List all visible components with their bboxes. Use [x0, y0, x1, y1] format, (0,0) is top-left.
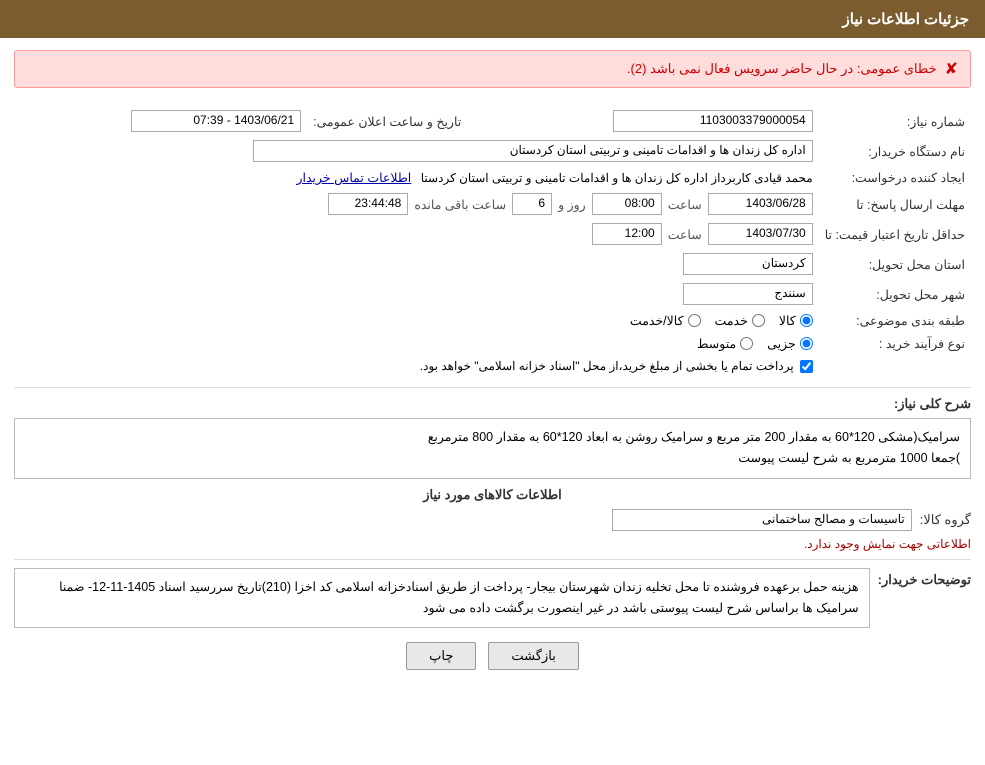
shahr-label: شهر محل تحویل: — [819, 279, 971, 309]
radio-jozii-label: جزیی — [767, 336, 796, 351]
towzih-text: هزینه حمل برعهده فروشنده تا محل تخلیه زن… — [59, 580, 859, 615]
print-button[interactable]: چاپ — [406, 642, 476, 670]
main-content: شماره نیاز: 1103003379000054 تاریخ و ساع… — [0, 100, 985, 684]
page-title: جزئیات اطلاعات نیاز — [843, 11, 970, 28]
shomara-input: 1103003379000054 — [613, 110, 813, 132]
back-button[interactable]: بازگشت — [488, 642, 578, 670]
dastgah-label: نام دستگاه خریدار: — [819, 136, 971, 166]
ijad-value: محمد قیادی کاربرداز اداره کل زندان ها و … — [14, 166, 819, 189]
button-row: چاپ بازگشت — [14, 642, 971, 670]
separator-1 — [14, 387, 971, 388]
radio-kala-khedmat[interactable]: کالا/خدمت — [630, 313, 701, 328]
mohlat-roz-input: 6 — [512, 193, 552, 215]
page-header: جزئیات اطلاعات نیاز — [0, 0, 985, 38]
hadadaghal-value: 1403/07/30 ساعت 12:00 — [14, 219, 819, 249]
radio-kala[interactable]: کالا — [779, 313, 813, 328]
error-bar: ✘ خطای عمومی: در حال حاضر سرویس فعال نمی… — [14, 50, 971, 88]
gorohe-kala-row: گروه کالا: تاسیسات و مصالح ساختمانی — [14, 509, 971, 531]
row-hadadaghal: حداقل تاریخ اعتبار قیمت: تا 1403/07/30 س… — [14, 219, 971, 249]
mohlat-label: مهلت ارسال پاسخ: تا — [819, 189, 971, 219]
dastgah-value: اداره کل زندان ها و اقدامات تامینی و ترب… — [14, 136, 819, 166]
sharch-label: شرح کلی نیاز: — [894, 396, 971, 412]
error-icon: ✘ — [945, 59, 958, 79]
mohlat-saat-label: ساعت — [668, 197, 702, 212]
checkbox-asnadi-label: پرداخت تمام یا بخشی از مبلغ خرید،از محل … — [420, 359, 794, 373]
sharch-row: شرح کلی نیاز: — [14, 396, 971, 412]
shomara-label: شماره نیاز: — [819, 106, 971, 136]
mohlat-remaining-label: ساعت باقی مانده — [414, 197, 506, 212]
mohlat-remaining-input: 23:44:48 — [328, 193, 408, 215]
error-message: خطای عمومی: در حال حاضر سرویس فعال نمی ب… — [627, 61, 937, 77]
mohlat-value: 1403/06/28 ساعت 08:00 روز و 6 ساعت باقی … — [14, 189, 819, 219]
gorohe-kala-input: تاسیسات و مصالح ساختمانی — [612, 509, 912, 531]
radio-jozii[interactable]: جزیی — [767, 336, 813, 351]
noe-label: نوع فرآیند خرید : — [819, 332, 971, 355]
row-tabagheh: طبقه بندی موضوعی: کالا خدمت — [14, 309, 971, 332]
ijad-link[interactable]: اطلاعات تماس خریدار — [296, 171, 411, 185]
radio-motavasset-label: متوسط — [697, 336, 736, 351]
radio-khedmat-label: خدمت — [715, 313, 748, 328]
ostan-label: استان محل تحویل: — [819, 249, 971, 279]
mohlat-saat-input: 08:00 — [592, 193, 662, 215]
shomara-value: 1103003379000054 — [477, 106, 818, 136]
towzih-row: توضیحات خریدار: هزینه حمل برعهده فروشنده… — [14, 568, 971, 629]
hadadaghal-saat-label: ساعت — [668, 227, 702, 242]
checkbox-label-cell — [819, 355, 971, 377]
page-wrapper: جزئیات اطلاعات نیاز ✘ خطای عمومی: در حال… — [0, 0, 985, 765]
mohlat-date-input: 1403/06/28 — [708, 193, 813, 215]
sharch-box: سرامیک(مشکی 120*60 به مقدار 200 متر مربع… — [14, 418, 971, 479]
hadadaghal-date-input: 1403/07/30 — [708, 223, 813, 245]
radio-kala-khedmat-label: کالا/خدمت — [630, 313, 684, 328]
tabagheh-value: کالا خدمت کالا/خدمت — [14, 309, 819, 332]
radio-khedmat-input[interactable] — [752, 314, 765, 327]
noe-value: جزیی متوسط — [14, 332, 819, 355]
no-info-text: اطلاعاتی جهت نمایش وجود ندارد. — [14, 537, 971, 551]
radio-motavasset-input[interactable] — [740, 337, 753, 350]
radio-motavasset[interactable]: متوسط — [697, 336, 753, 351]
radio-kala-input[interactable] — [800, 314, 813, 327]
row-mohlat: مهلت ارسال پاسخ: تا 1403/06/28 ساعت 08:0… — [14, 189, 971, 219]
hadadaghal-saat-input: 12:00 — [592, 223, 662, 245]
tarikh-label: تاریخ و ساعت اعلان عمومی: — [307, 106, 477, 136]
row-dastgah: نام دستگاه خریدار: اداره کل زندان ها و ا… — [14, 136, 971, 166]
radio-kala-label: کالا — [779, 313, 796, 328]
separator-2 — [14, 559, 971, 560]
sharch-text: سرامیک(مشکی 120*60 به مقدار 200 متر مربع… — [428, 430, 960, 465]
towzih-box: هزینه حمل برعهده فروشنده تا محل تخلیه زن… — [14, 568, 870, 629]
checkbox-asnadi[interactable] — [800, 360, 813, 373]
radio-kala-khedmat-input[interactable] — [688, 314, 701, 327]
ijad-label: ایجاد کننده درخواست: — [819, 166, 971, 189]
row-checkbox: پرداخت تمام یا بخشی از مبلغ خرید،از محل … — [14, 355, 971, 377]
row-ostan: استان محل تحویل: کردستان — [14, 249, 971, 279]
checkbox-value: پرداخت تمام یا بخشی از مبلغ خرید،از محل … — [14, 355, 819, 377]
tarikh-input: 1403/06/21 - 07:39 — [131, 110, 301, 132]
row-shahr: شهر محل تحویل: سنندج — [14, 279, 971, 309]
kalaha-section-title: اطلاعات کالاهای مورد نیاز — [14, 487, 971, 503]
tarikh-value: 1403/06/21 - 07:39 — [14, 106, 307, 136]
ostan-value: کردستان — [14, 249, 819, 279]
row-noe: نوع فرآیند خرید : جزیی متوسط — [14, 332, 971, 355]
row-shomara: شماره نیاز: 1103003379000054 تاریخ و ساع… — [14, 106, 971, 136]
shahr-input: سنندج — [683, 283, 813, 305]
gorohe-kala-label: گروه کالا: — [920, 512, 971, 528]
dastgah-input: اداره کل زندان ها و اقدامات تامینی و ترب… — [253, 140, 813, 162]
row-ijad: ایجاد کننده درخواست: محمد قیادی کاربرداز… — [14, 166, 971, 189]
info-table: شماره نیاز: 1103003379000054 تاریخ و ساع… — [14, 106, 971, 377]
ijad-text: محمد قیادی کاربرداز اداره کل زندان ها و … — [421, 171, 813, 185]
tabagheh-label: طبقه بندی موضوعی: — [819, 309, 971, 332]
mohlat-roz-label: روز و — [558, 197, 586, 212]
towzih-label: توضیحات خریدار: — [878, 568, 971, 588]
radio-jozii-input[interactable] — [800, 337, 813, 350]
shahr-value: سنندج — [14, 279, 819, 309]
hadadaghal-label: حداقل تاریخ اعتبار قیمت: تا — [819, 219, 971, 249]
radio-khedmat[interactable]: خدمت — [715, 313, 765, 328]
ostan-input: کردستان — [683, 253, 813, 275]
